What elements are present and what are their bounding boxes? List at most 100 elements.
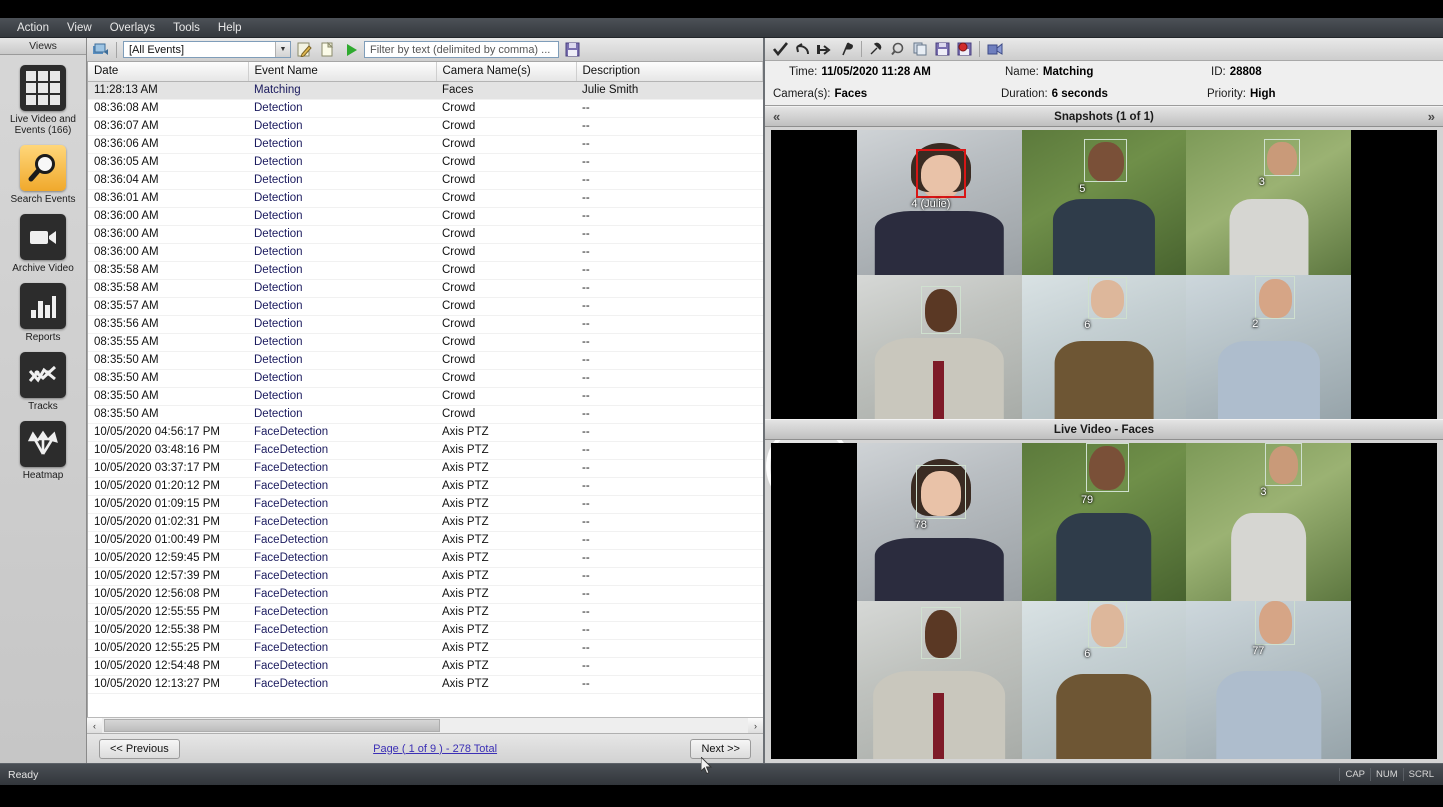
live-cell[interactable]: 6 [1022,601,1187,759]
table-row[interactable]: 10/05/2020 12:55:38 PMFaceDetectionAxis … [88,621,763,639]
scrollbar-track[interactable] [102,718,748,733]
column-header-description[interactable]: Description [576,62,763,81]
snapshot-cell[interactable]: 5 [1022,130,1187,275]
table-row[interactable]: 10/05/2020 03:37:17 PMFaceDetectionAxis … [88,459,763,477]
cell-camera: Crowd [436,261,576,279]
edit-icon[interactable] [295,40,314,59]
table-row[interactable]: 10/05/2020 12:13:27 PMFaceDetectionAxis … [88,675,763,693]
scroll-left-icon[interactable]: ‹ [87,718,102,733]
table-row[interactable]: 08:36:01 AMDetectionCrowd-- [88,189,763,207]
live-cell[interactable] [857,601,1022,759]
sidebar-item-label: Search Events [10,194,75,205]
sidebar-item-search-events[interactable]: Search Events [0,141,86,210]
table-row[interactable]: 08:35:50 AMDetectionCrowd-- [88,351,763,369]
table-row[interactable]: 08:35:56 AMDetectionCrowd-- [88,315,763,333]
table-row[interactable]: 10/05/2020 01:20:12 PMFaceDetectionAxis … [88,477,763,495]
table-row[interactable]: 10/05/2020 12:59:45 PMFaceDetectionAxis … [88,549,763,567]
live-cell[interactable]: 78 [857,443,1022,601]
table-row[interactable]: 08:36:00 AMDetectionCrowd-- [88,225,763,243]
page-indicator-link[interactable]: Page ( 1 of 9 ) - 278 Total [373,743,497,755]
sidebar-item-heatmap[interactable]: Heatmap [0,417,86,486]
sidebar-item-archive-video[interactable]: Archive Video [0,210,86,279]
event-preset-select[interactable]: [All Events] ▼ [123,41,291,58]
horizontal-scrollbar[interactable]: ‹ › [87,717,763,733]
detail-duration-value: 6 seconds [1052,88,1108,100]
table-row[interactable]: 08:36:00 AMDetectionCrowd-- [88,207,763,225]
copy-icon[interactable] [911,40,930,59]
table-row[interactable]: 08:35:50 AMDetectionCrowd-- [88,369,763,387]
menu-item-view[interactable]: View [58,20,101,36]
scroll-right-icon[interactable]: › [748,718,763,733]
menu-item-action[interactable]: Action [8,20,58,36]
camera-icon[interactable] [985,40,1004,59]
table-row[interactable]: 10/05/2020 04:56:17 PMFaceDetectionAxis … [88,423,763,441]
menu-item-overlays[interactable]: Overlays [101,20,164,36]
cell-event: Detection [248,243,436,261]
undo-icon[interactable] [793,40,812,59]
table-row[interactable]: 10/05/2020 12:54:48 PMFaceDetectionAxis … [88,657,763,675]
chevron-right-icon[interactable]: » [1428,109,1435,124]
table-row[interactable]: 10/05/2020 01:00:49 PMFaceDetectionAxis … [88,531,763,549]
run-icon[interactable] [341,40,360,59]
save-icon[interactable] [563,40,582,59]
table-row[interactable]: 08:35:55 AMDetectionCrowd-- [88,333,763,351]
table-row[interactable]: 08:36:05 AMDetectionCrowd-- [88,153,763,171]
detail-id-label: ID: [1211,66,1226,78]
live-video-panel[interactable]: 78 79 3 [771,443,1437,759]
table-row[interactable]: 10/05/2020 12:57:39 PMFaceDetectionAxis … [88,567,763,585]
table-row[interactable]: 08:36:07 AMDetectionCrowd-- [88,117,763,135]
sidebar-item-live-video-and-events[interactable]: Live Video and Events (166) [0,61,86,141]
snapshot-cell[interactable]: 4 (Julie) [857,130,1022,275]
new-icon[interactable] [318,40,337,59]
snapshot-cell[interactable]: 6 [1022,275,1187,420]
scrollbar-thumb[interactable] [104,719,440,732]
table-row[interactable]: 08:35:57 AMDetectionCrowd-- [88,297,763,315]
sidebar-item-reports[interactable]: Reports [0,279,86,348]
flag-icon[interactable] [837,40,856,59]
snapshots-title: Snapshots (1 of 1) [1054,111,1154,123]
acknowledge-check-icon[interactable] [771,40,790,59]
table-row[interactable]: 08:35:58 AMDetectionCrowd-- [88,261,763,279]
sidebar-item-tracks[interactable]: Tracks [0,348,86,417]
save-alarm-icon[interactable] [955,40,974,59]
pin-icon[interactable] [867,40,886,59]
events-view-icon[interactable] [91,40,110,59]
menu-item-help[interactable]: Help [209,20,251,36]
table-row[interactable]: 08:35:50 AMDetectionCrowd-- [88,405,763,423]
live-cell[interactable]: 3 [1186,443,1351,601]
table-row[interactable]: 08:36:00 AMDetectionCrowd-- [88,243,763,261]
table-row[interactable]: 08:36:06 AMDetectionCrowd-- [88,135,763,153]
snapshot-cell[interactable]: 2 [1186,275,1351,420]
chevron-down-icon[interactable]: ▼ [275,42,290,57]
table-row[interactable]: 08:36:08 AMDetectionCrowd-- [88,99,763,117]
cell-event: Detection [248,153,436,171]
snapshots-video-panel[interactable]: 4 (Julie) 5 3 [771,130,1437,419]
table-row[interactable]: 10/05/2020 12:55:25 PMFaceDetectionAxis … [88,639,763,657]
table-row[interactable]: 10/05/2020 12:55:55 PMFaceDetectionAxis … [88,603,763,621]
cell-desc: -- [576,297,763,315]
magnifier-icon[interactable] [889,40,908,59]
table-row[interactable]: 10/05/2020 03:48:16 PMFaceDetectionAxis … [88,441,763,459]
live-cell[interactable]: 79 [1022,443,1187,601]
previous-page-button[interactable]: << Previous [99,739,180,759]
save-icon[interactable] [933,40,952,59]
forward-icon[interactable] [815,40,834,59]
table-row[interactable]: 10/05/2020 01:02:31 PMFaceDetectionAxis … [88,513,763,531]
table-row[interactable]: 10/05/2020 12:56:08 PMFaceDetectionAxis … [88,585,763,603]
snapshot-cell[interactable]: 3 [1186,130,1351,275]
column-header-event-name[interactable]: Event Name [248,62,436,81]
filter-input[interactable]: Filter by text (delimited by comma) ... [364,41,559,58]
table-row[interactable]: 08:35:58 AMDetectionCrowd-- [88,279,763,297]
table-row[interactable]: 08:36:04 AMDetectionCrowd-- [88,171,763,189]
column-header-date[interactable]: Date [88,62,248,81]
table-row[interactable]: 10/05/2020 01:09:15 PMFaceDetectionAxis … [88,495,763,513]
snapshot-cell[interactable] [857,275,1022,420]
next-page-button[interactable]: Next >> [690,739,751,759]
chevron-left-icon[interactable]: « [773,109,780,124]
live-cell[interactable]: 77 [1186,601,1351,759]
cell-camera: Axis PTZ [436,495,576,513]
column-header-camera-names[interactable]: Camera Name(s) [436,62,576,81]
menu-item-tools[interactable]: Tools [164,20,209,36]
table-row[interactable]: 11:28:13 AMMatchingFacesJulie Smith [88,81,763,99]
table-row[interactable]: 08:35:50 AMDetectionCrowd-- [88,387,763,405]
